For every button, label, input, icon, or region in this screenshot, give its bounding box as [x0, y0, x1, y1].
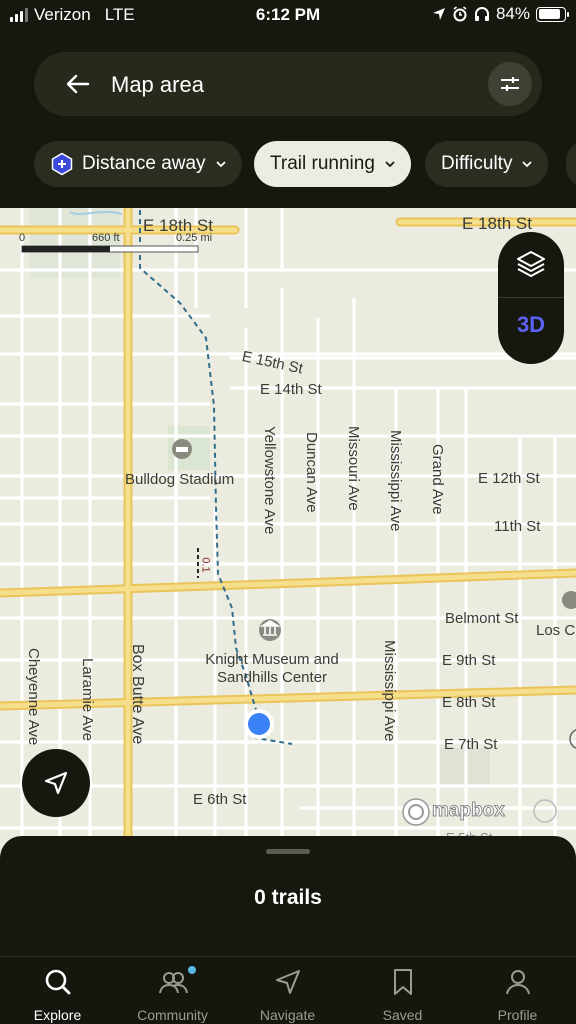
- headphones-icon: [474, 7, 489, 21]
- person-icon: [506, 970, 530, 995]
- street-label-e18th-a: E 18th St: [143, 216, 213, 235]
- search-bar[interactable]: Map area: [34, 52, 542, 116]
- status-right: 84%: [432, 4, 569, 24]
- distance-hex-icon: [51, 152, 73, 176]
- street-label-mississippi-top: Mississippi Ave: [387, 430, 404, 532]
- my-location-button[interactable]: [22, 749, 90, 817]
- street-label-laramie: Laramie Ave: [79, 658, 96, 742]
- street-label-grand: Grand Ave: [429, 444, 446, 515]
- battery-icon: [536, 6, 569, 22]
- trail-distance-marker: 0.1: [199, 557, 212, 573]
- scale-zero: 0: [19, 232, 26, 244]
- street-label-cheyenne: Cheyenne Ave: [25, 648, 42, 746]
- trail-count: 0 trails: [254, 886, 322, 909]
- chip-label: Trail running: [270, 153, 375, 174]
- tab-bar: Explore Community Navigate Saved Profile: [0, 956, 576, 1024]
- tab-label: Saved: [382, 1007, 423, 1023]
- street-label-e6th: E 6th St: [193, 791, 247, 808]
- tab-label: Explore: [33, 1007, 82, 1023]
- sliders-icon: [501, 77, 519, 91]
- tab-label: Navigate: [259, 1007, 316, 1023]
- tab-saved[interactable]: Saved: [345, 957, 460, 1024]
- chip-label: Distance away: [82, 153, 206, 174]
- street-label-yellowstone: Yellowstone Ave: [261, 426, 278, 535]
- street-label-duncan: Duncan Ave: [303, 432, 320, 513]
- back-arrow-icon[interactable]: [64, 70, 92, 98]
- tab-navigate[interactable]: Navigate: [230, 957, 345, 1024]
- chevron-down-icon: [215, 161, 226, 168]
- tab-community[interactable]: Community: [115, 957, 230, 1024]
- tab-explore[interactable]: Explore: [0, 957, 115, 1024]
- status-bar: Verizon LTE 6:12 PM 84%: [0, 0, 576, 30]
- layers-divider: [498, 297, 564, 298]
- street-label-e18th-b: E 18th St: [462, 214, 532, 233]
- street-label-box-butte: Box Butte Ave: [129, 644, 146, 745]
- street-label-e12th: E 12th St: [478, 470, 540, 487]
- poi-label-knight-museum: Knight Museum and Sandhills Center: [205, 651, 339, 686]
- tab-label: Community: [137, 1007, 208, 1023]
- poi-label-los-c: Los C: [536, 622, 576, 639]
- people-icon: [159, 972, 188, 994]
- results-sheet[interactable]: 0 trails: [0, 836, 576, 956]
- tab-profile[interactable]: Profile: [460, 957, 575, 1024]
- filter-button[interactable]: [488, 62, 532, 106]
- chip-trail-running[interactable]: Trail running: [254, 141, 411, 187]
- chip-distance-away[interactable]: Distance away: [34, 141, 242, 187]
- location-arrow-icon: [44, 771, 68, 795]
- notification-dot: [188, 966, 196, 974]
- street-label-e7th: E 7th St: [444, 736, 498, 753]
- poi-label-bulldog-stadium: Bulldog Stadium: [125, 471, 235, 488]
- battery-percent: 84%: [495, 4, 530, 23]
- app-screen: Verizon LTE 6:12 PM 84% Map area Distanc…: [0, 0, 576, 1024]
- street-label-11th: 11th St: [494, 518, 541, 535]
- layers-icon[interactable]: [515, 248, 547, 280]
- street-label-missouri: Missouri Ave: [345, 426, 362, 511]
- chip-more[interactable]: [566, 141, 576, 187]
- search-icon: [45, 969, 71, 995]
- chip-label: Difficulty: [441, 153, 513, 174]
- mapbox-attribution[interactable]: mapbox: [432, 800, 506, 822]
- street-label-e14th: E 14th St: [260, 381, 322, 398]
- scale-mid: 660 ft: [92, 232, 120, 244]
- chevron-down-icon: [522, 161, 533, 168]
- map-layer-controls: 3D: [498, 232, 564, 364]
- alarm-icon: [453, 6, 467, 22]
- search-title[interactable]: Map area: [111, 72, 204, 98]
- street-label-e8th: E 8th St: [442, 694, 496, 711]
- sheet-drag-handle[interactable]: [266, 849, 310, 854]
- bookmark-icon: [394, 969, 412, 995]
- street-label-mississippi: Mississippi Ave: [381, 640, 398, 742]
- chip-difficulty[interactable]: Difficulty: [425, 141, 549, 187]
- location-arrow-icon: [432, 8, 445, 20]
- tab-label: Profile: [497, 1007, 538, 1023]
- street-label-e9th: E 9th St: [442, 652, 496, 669]
- street-label-belmont: Belmont St: [445, 610, 519, 627]
- navigate-icon: [276, 970, 300, 994]
- toggle-3d-button[interactable]: 3D: [498, 312, 564, 338]
- chevron-down-icon: [385, 161, 395, 168]
- filter-chips: Distance away Trail running Difficulty: [0, 141, 576, 187]
